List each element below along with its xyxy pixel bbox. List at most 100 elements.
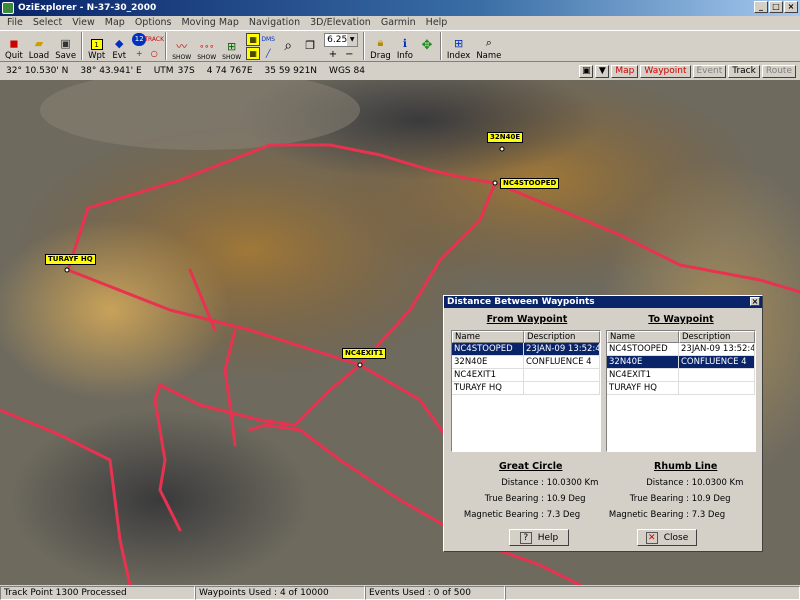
zoom-in-icon[interactable]: + bbox=[329, 49, 337, 60]
item-name: NC4STOOPED bbox=[452, 343, 524, 356]
waypoint-label[interactable]: 32N40E bbox=[487, 132, 524, 143]
distance-dialog: Distance Between Waypoints × From Waypoi… bbox=[443, 295, 763, 552]
waypoint-marker[interactable] bbox=[492, 180, 498, 186]
column-description[interactable]: Description bbox=[524, 331, 600, 343]
distance-value: 10.0300 Km bbox=[546, 478, 599, 488]
zoom-select[interactable]: 6.25 ▼ bbox=[324, 32, 359, 47]
list-item[interactable]: NC4STOOPED 23JAN-09 13:52:40 bbox=[452, 343, 600, 356]
close-button[interactable]: ✕ Close bbox=[637, 529, 697, 546]
info-icon: ℹ bbox=[402, 36, 407, 50]
evt-button[interactable]: ◆ Evt bbox=[108, 31, 130, 62]
save-label: Save bbox=[55, 51, 77, 61]
mode-route[interactable]: Route bbox=[761, 65, 796, 78]
column-description[interactable]: Description bbox=[679, 331, 755, 343]
show-label: SHOW bbox=[197, 54, 217, 61]
object-tools: 12 TRACK + ○ bbox=[132, 32, 164, 60]
mode-map[interactable]: Map bbox=[611, 65, 639, 78]
drag-button[interactable]: 🔒︎ Drag bbox=[367, 31, 394, 61]
terrain-sand bbox=[0, 220, 230, 400]
list-item[interactable]: NC4EXIT1 bbox=[452, 369, 600, 382]
item-name: 32N40E bbox=[607, 356, 679, 369]
show-track-button[interactable]: 〰 SHOW bbox=[169, 31, 194, 61]
map-window-button[interactable]: ▣ bbox=[579, 65, 594, 78]
item-description: CONFLUENCE 4 bbox=[679, 356, 755, 369]
quit-label: Quit bbox=[5, 51, 23, 61]
list-item[interactable]: NC4EXIT1 bbox=[607, 369, 755, 382]
route-icon: ⊞ bbox=[227, 39, 237, 53]
toolbar-separator bbox=[165, 32, 168, 60]
zoom-out-icon[interactable]: − bbox=[345, 49, 353, 60]
list-item[interactable]: TURAYF HQ bbox=[452, 382, 600, 395]
maximize-button[interactable]: □ bbox=[769, 1, 783, 13]
status-events: Events Used : 0 of 500 bbox=[365, 586, 505, 600]
info-button[interactable]: ℹ Info bbox=[394, 31, 416, 62]
app-icon bbox=[2, 2, 14, 14]
circle-icon[interactable]: ○ bbox=[147, 47, 161, 60]
from-waypoint-list[interactable]: Name Description NC4STOOPED 23JAN-09 13:5… bbox=[451, 330, 601, 452]
rhumb-line-magnetic-bearing: Magnetic Bearing : 7.3 Deg bbox=[594, 510, 725, 520]
index-button[interactable]: ⊞ Index bbox=[444, 31, 473, 62]
mode-buttons: ▣ ▼ Map Waypoint Event Track Route bbox=[579, 65, 796, 78]
column-name[interactable]: Name bbox=[452, 331, 524, 343]
list-item[interactable]: 32N40E CONFLUENCE 4 bbox=[607, 356, 755, 369]
menu-select[interactable]: Select bbox=[28, 16, 67, 30]
quit-icon: ◼ bbox=[9, 36, 19, 50]
dms-icon[interactable]: DMS bbox=[261, 33, 275, 46]
show-route-button[interactable]: ⊞ SHOW bbox=[219, 31, 244, 62]
mode-event[interactable]: Event bbox=[692, 65, 727, 78]
dialog-title: Distance Between Waypoints bbox=[447, 297, 595, 307]
list-item[interactable]: NC4STOOPED 23JAN-09 13:52:40 bbox=[607, 343, 755, 356]
status-track: Track Point 1300 Processed bbox=[0, 586, 195, 600]
mode-track[interactable]: Track bbox=[728, 65, 760, 78]
lock-icon: 🔒︎ bbox=[377, 36, 384, 49]
index-label: Index bbox=[446, 51, 471, 61]
save-view-button[interactable]: ▼ bbox=[595, 65, 610, 78]
menu-file[interactable]: File bbox=[2, 16, 28, 30]
menu-navigation[interactable]: Navigation bbox=[244, 16, 305, 30]
waypoint-label[interactable]: TURAYF HQ bbox=[45, 254, 96, 265]
menu-help[interactable]: Help bbox=[421, 16, 453, 30]
waypoint-marker[interactable] bbox=[357, 362, 363, 368]
grid2-icon[interactable]: ▦ bbox=[246, 46, 261, 60]
waypoint-label[interactable]: NC4STOOPED bbox=[500, 178, 560, 189]
waypoint-marker[interactable] bbox=[64, 267, 70, 273]
show-waypoints-button[interactable]: ∘∘∘ SHOW bbox=[194, 31, 219, 62]
menu-view[interactable]: View bbox=[67, 16, 100, 30]
close-window-button[interactable]: × bbox=[784, 1, 798, 13]
grid-icon[interactable]: ▦ bbox=[246, 32, 261, 46]
wpt-button[interactable]: 1 Wpt bbox=[85, 31, 108, 61]
to-waypoint-list[interactable]: Name Description NC4STOOPED 23JAN-09 13:5… bbox=[606, 330, 756, 452]
column-name[interactable]: Name bbox=[607, 331, 679, 343]
menu-garmin[interactable]: Garmin bbox=[376, 16, 421, 30]
list-item[interactable]: TURAYF HQ bbox=[607, 382, 755, 395]
menu-map[interactable]: Map bbox=[100, 16, 130, 30]
line-icon[interactable]: ╱ bbox=[261, 47, 275, 60]
folder-icon: ▰ bbox=[34, 36, 44, 50]
help-button[interactable]: ? Help bbox=[509, 529, 569, 546]
list-item[interactable]: 32N40E CONFLUENCE 4 bbox=[452, 356, 600, 369]
save-button[interactable]: ▣ Save bbox=[52, 31, 79, 62]
menu-moving-map[interactable]: Moving Map bbox=[176, 16, 243, 30]
minimize-button[interactable]: _ bbox=[754, 1, 768, 13]
quit-button[interactable]: ◼ Quit bbox=[2, 31, 26, 62]
find-button[interactable]: ⌕ bbox=[277, 31, 299, 61]
waypoint-marker[interactable] bbox=[499, 146, 505, 152]
name-button[interactable]: ⌕ Name bbox=[473, 31, 504, 61]
menu-bar: File Select View Map Options Moving Map … bbox=[0, 16, 800, 30]
great-circle-true-bearing: True Bearing : 10.9 Deg bbox=[449, 494, 586, 504]
mode-waypoint[interactable]: Waypoint bbox=[640, 65, 691, 78]
dialog-close-icon[interactable]: × bbox=[750, 297, 760, 306]
menu-options[interactable]: Options bbox=[130, 16, 177, 30]
plus-icon[interactable]: + bbox=[132, 47, 146, 60]
waypoint-icon: 1 bbox=[90, 39, 103, 50]
waypoint-label[interactable]: NC4EXIT1 bbox=[342, 348, 387, 359]
windows-button[interactable]: ❐ bbox=[299, 31, 321, 61]
track-tool[interactable]: TRACK bbox=[144, 33, 164, 46]
distance-label: Distance : bbox=[646, 478, 689, 488]
item-description: CONFLUENCE 4 bbox=[524, 356, 600, 369]
close-label: Close bbox=[663, 532, 689, 543]
menu-3d-elevation[interactable]: 3D/Elevation bbox=[305, 16, 376, 30]
pan-control[interactable]: ✥ bbox=[416, 31, 438, 61]
load-button[interactable]: ▰ Load bbox=[26, 31, 52, 62]
floppy-icon: ▣ bbox=[60, 36, 71, 50]
